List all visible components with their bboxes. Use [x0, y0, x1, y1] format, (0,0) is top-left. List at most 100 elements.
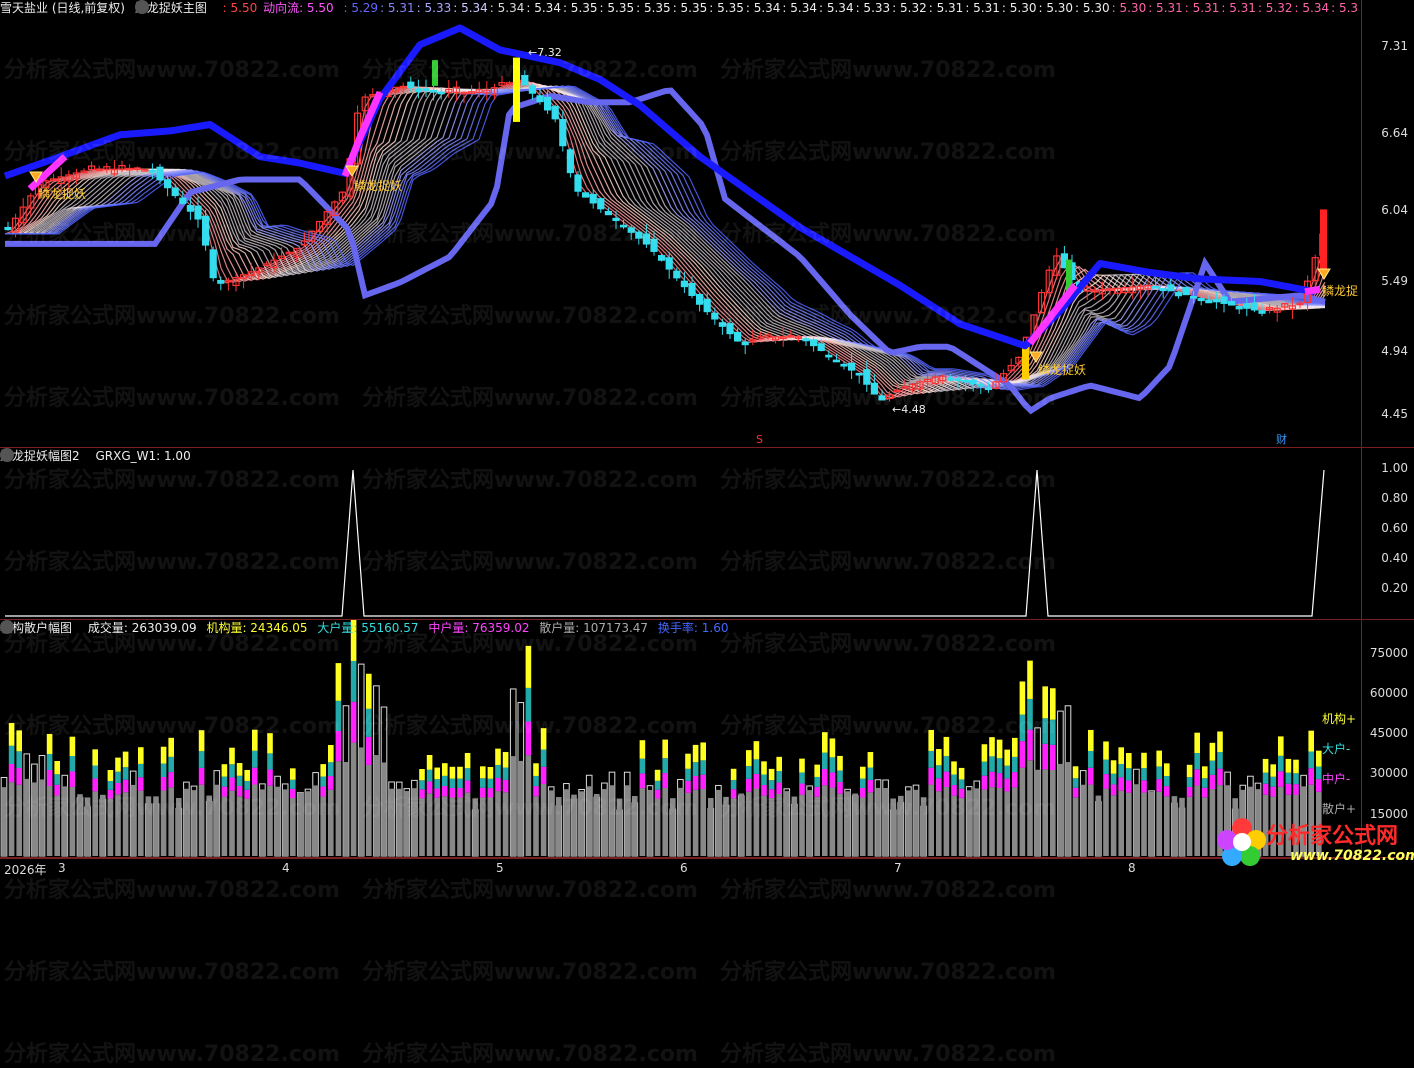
volume-segment: [1027, 698, 1033, 730]
volume-pane[interactable]: 机构散户幅图 成交量: 263039.09 机构量: 24346.05 大户量:…: [0, 620, 1414, 858]
signal-pane[interactable]: 鳞龙捉妖幅图2 GRXG_W1: 1.00 1.00 0.80 0.60 0.40 0.…: [0, 448, 1414, 620]
retail-bar: [1065, 762, 1071, 856]
candle-body: [969, 379, 977, 385]
series-value: : 5.33: [416, 1, 452, 15]
volume-segment: [776, 782, 782, 794]
volume-segment: [160, 776, 167, 791]
volume-segment: [115, 794, 121, 814]
volume-segment: [1141, 752, 1147, 769]
volume-segment: [54, 760, 60, 775]
volume-segment: [928, 767, 934, 785]
retail-bar: [130, 784, 136, 856]
volume-segment: [487, 766, 494, 779]
volume-segment: [168, 787, 174, 814]
volume-segment: [1019, 681, 1026, 715]
candle-body: [1151, 285, 1160, 289]
series-value: : 5.34: [819, 1, 854, 15]
volume-segment: [989, 771, 995, 788]
signal-chart[interactable]: [0, 448, 1362, 619]
series-values: : 5.29: 5.31: 5.33: 5.34: 5.34: 5.34: 5.…: [343, 1, 1360, 15]
volume-segment: [320, 796, 326, 814]
retail-bar: [31, 782, 38, 856]
retail-bar: [305, 791, 311, 856]
volume-segment: [1285, 772, 1292, 784]
volume-segment: [1050, 744, 1056, 770]
volume-segment: [730, 789, 737, 799]
volume-segment: [457, 788, 463, 798]
collapse-icon[interactable]: [0, 448, 14, 462]
volume-segment: [533, 763, 539, 776]
retail-base: [639, 814, 646, 856]
retail-bar: [586, 786, 592, 856]
volume-segment: [654, 769, 661, 781]
volume-segment: [1088, 784, 1094, 814]
volume-segment: [267, 733, 273, 754]
retail-base: [533, 814, 539, 856]
volume-segment: [1194, 785, 1200, 814]
volume-segment: [107, 780, 114, 790]
retail-base: [115, 814, 121, 856]
indicator-toggle-2[interactable]: 鳞龙捉妖幅图2: [0, 448, 86, 463]
candle-body: [528, 85, 537, 94]
retail-bar: [214, 784, 220, 856]
volume-segment: [639, 740, 646, 759]
retail-bar: [404, 791, 410, 856]
retail-base: [981, 814, 988, 856]
candle-body: [217, 279, 225, 284]
watermark-text: 分析家公式网www.70822.com: [4, 1042, 340, 1067]
indicator-toggle-3[interactable]: 机构散户幅图: [0, 620, 78, 635]
big-volume: 大户量: 55160.57: [317, 621, 419, 635]
volume-segment: [46, 753, 53, 770]
volume-segment: [1293, 784, 1299, 795]
retail-bar: [624, 785, 630, 856]
retail-base: [1088, 814, 1094, 856]
retail-base: [267, 814, 273, 856]
signal-tick: 0.20: [1381, 581, 1408, 595]
volume-segment: [69, 786, 76, 814]
green-candle: [432, 60, 438, 86]
volume-chart[interactable]: [0, 620, 1362, 857]
candle-body: [619, 224, 628, 228]
volume-segment: [692, 789, 699, 814]
candle-body: [179, 197, 187, 204]
volume-segment: [434, 797, 440, 814]
volume-segment: [943, 756, 950, 772]
volume-segment: [1103, 774, 1109, 789]
price-tick: 5.49: [1381, 274, 1408, 288]
volume-segment: [746, 791, 752, 814]
main-price-chart[interactable]: 鳞龙捉妖鳞龙捉妖鳞龙捉妖鳞龙捉←7.32←4.48S 财: [0, 0, 1362, 447]
series-value: : 5.32: [892, 1, 927, 15]
volume-segment: [936, 765, 942, 779]
retail-base: [958, 814, 965, 856]
main-chart-pane[interactable]: 鳞龙捉妖 鳞龙捉妖 鳞龙捉妖 鳞龙捉 ←7.32 ←4.48 S 财 雪天盐业 (日线,前复权…: [0, 0, 1414, 448]
indicator-toggle[interactable]: 鳞龙捉妖主图: [134, 0, 213, 15]
retail-base: [69, 814, 76, 856]
volume-segment: [989, 787, 995, 814]
collapse-icon[interactable]: [134, 0, 149, 14]
retail-bar: [571, 794, 577, 856]
volume-segment: [1186, 786, 1193, 797]
candle-body: [657, 255, 666, 261]
volume-segment: [8, 723, 15, 746]
volume-segment: [1202, 797, 1208, 814]
volume-segment: [1316, 750, 1322, 767]
candle-body: [878, 395, 886, 401]
volume-segment: [746, 766, 752, 779]
volume-segment: [867, 752, 874, 768]
volume-segment: [244, 769, 250, 781]
retail-bar: [974, 788, 980, 856]
candle-body: [863, 369, 871, 385]
retail-bar: [670, 798, 676, 856]
volume-segment: [464, 792, 471, 814]
volume-segment: [746, 778, 752, 792]
price-tick: 7.31: [1381, 39, 1408, 53]
retail-base: [92, 814, 98, 856]
retail-bar: [282, 789, 288, 856]
volume-segment: [958, 788, 965, 798]
retail-base: [928, 814, 934, 856]
volume-segment: [867, 779, 874, 793]
volume-segment: [1217, 752, 1223, 769]
collapse-icon[interactable]: [0, 620, 14, 634]
series-value: : 5.31: [928, 1, 964, 15]
yellow-candle: [513, 57, 520, 122]
